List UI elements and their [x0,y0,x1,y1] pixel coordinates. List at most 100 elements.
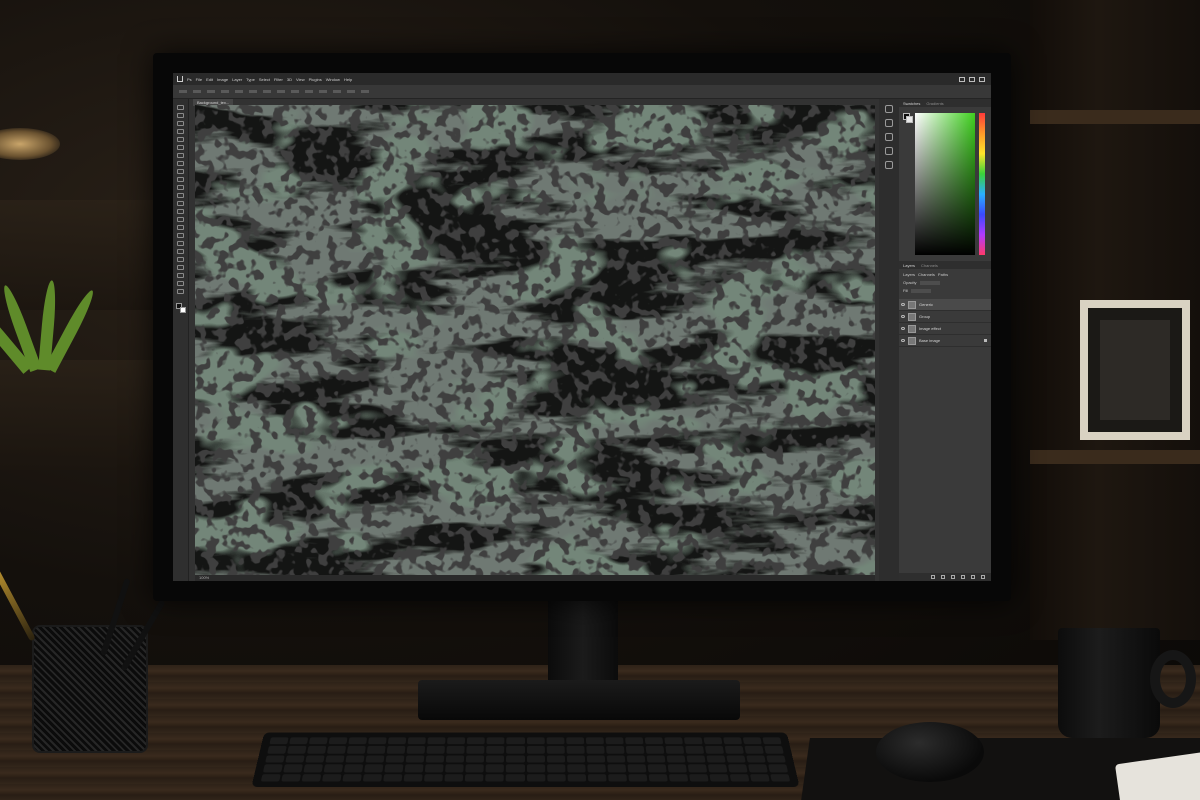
background-chip[interactable] [906,116,913,123]
trash-icon[interactable] [981,575,985,579]
option-control[interactable] [221,90,229,93]
dodge-tool-icon[interactable] [177,217,184,222]
key [486,737,505,745]
gradient-tool-icon[interactable] [177,201,184,206]
option-control[interactable] [347,90,355,93]
brush-settings-icon[interactable] [885,147,893,155]
menu-item[interactable]: Edit [206,77,213,82]
layer-row[interactable]: Group [899,311,991,323]
layer-row[interactable]: Generic [899,299,991,311]
eyedropper-tool-icon[interactable] [177,153,184,158]
menu-item[interactable]: Help [344,77,352,82]
link-layers-icon[interactable] [931,575,935,579]
visibility-eye-icon[interactable] [901,339,905,342]
menu-item[interactable]: Type [246,77,255,82]
canvas-area[interactable] [195,105,875,575]
menu-item[interactable]: File [196,77,202,82]
layer-row[interactable]: Image effect [899,323,991,335]
bark-texture-canvas[interactable] [195,105,875,575]
menu-item[interactable]: Window [326,77,340,82]
minimize-icon[interactable] [959,76,965,82]
quick-mask-tool-icon[interactable] [177,281,184,286]
layer-thumbnail [908,336,916,345]
adjustments-icon[interactable] [885,119,893,127]
menu-item[interactable]: Layer [232,77,242,82]
menu-item[interactable]: Select [259,77,270,82]
move-tool-icon[interactable] [177,105,184,110]
blur-tool-icon[interactable] [177,209,184,214]
opacity-field[interactable] [919,280,940,285]
marquee-tool-icon[interactable] [177,113,184,118]
history-icon[interactable] [885,105,893,113]
option-control[interactable] [319,90,327,93]
properties-icon[interactable] [885,133,893,141]
menu-item[interactable]: Plugins [309,77,322,82]
mask-icon[interactable] [951,575,955,579]
option-control[interactable] [361,90,369,93]
subtab-channels[interactable]: Channels [918,272,935,277]
hue-slider[interactable] [979,113,985,255]
option-control[interactable] [305,90,313,93]
history-brush-tool-icon[interactable] [177,185,184,190]
key [322,773,342,782]
hand-tool-icon[interactable] [177,257,184,262]
option-control[interactable] [179,90,187,93]
zoom-tool-icon[interactable] [177,265,184,270]
option-control[interactable] [333,90,341,93]
key [301,773,322,782]
frame-tool-icon[interactable] [177,145,184,150]
menu-item[interactable]: Ps [187,77,192,82]
layer-row[interactable]: Base image [899,335,991,347]
option-control[interactable] [291,90,299,93]
rectangle-tool-icon[interactable] [177,249,184,254]
color-swatches[interactable] [175,303,186,313]
option-control[interactable] [235,90,243,93]
brush-tool-icon[interactable] [177,169,184,174]
stamp-tool-icon[interactable] [177,177,184,182]
menu-item[interactable]: 3D [287,77,292,82]
fx-icon[interactable] [941,575,945,579]
edit-toolbar-tool-icon[interactable] [177,273,184,278]
menu-item[interactable]: Image [217,77,228,82]
visibility-eye-icon[interactable] [901,303,905,306]
saturation-value-field[interactable] [915,113,975,255]
healing-tool-icon[interactable] [177,161,184,166]
subtab-layers[interactable]: Layers [903,272,915,277]
key [425,755,445,763]
option-control[interactable] [193,90,201,93]
new-layer-icon[interactable] [971,575,975,579]
color-chips[interactable] [903,113,913,123]
crop-tool-icon[interactable] [177,137,184,142]
subtab-paths[interactable]: Paths [938,272,948,277]
option-control[interactable] [249,90,257,93]
options-bar [173,85,991,99]
key [446,746,466,754]
eraser-tool-icon[interactable] [177,193,184,198]
option-control[interactable] [207,90,215,93]
tab-gradients[interactable]: Gradients [926,101,943,106]
lasso-tool-icon[interactable] [177,121,184,126]
option-control[interactable] [263,90,271,93]
menu-item[interactable]: View [296,77,305,82]
new-group-icon[interactable] [961,575,965,579]
tab-swatches[interactable]: Swatches [903,101,920,106]
screen-mode-tool-icon[interactable] [177,289,184,294]
type-tool-icon[interactable] [177,233,184,238]
menu-item[interactable]: Filter [274,77,283,82]
visibility-eye-icon[interactable] [901,327,905,330]
background-color-swatch[interactable] [179,307,186,313]
fill-field[interactable] [911,288,932,293]
tab-channels[interactable]: Channels [921,263,938,268]
key [770,773,791,782]
path-select-tool-icon[interactable] [177,241,184,246]
character-icon[interactable] [885,161,893,169]
maximize-icon[interactable] [969,76,975,82]
visibility-eye-icon[interactable] [901,315,905,318]
pen-tool-icon[interactable] [177,225,184,230]
object-select-tool-icon[interactable] [177,129,184,134]
tab-layers[interactable]: Layers [903,263,915,268]
option-control[interactable] [277,90,285,93]
bookshelf [1030,0,1200,640]
close-icon[interactable] [979,76,985,82]
home-icon[interactable] [177,76,183,82]
